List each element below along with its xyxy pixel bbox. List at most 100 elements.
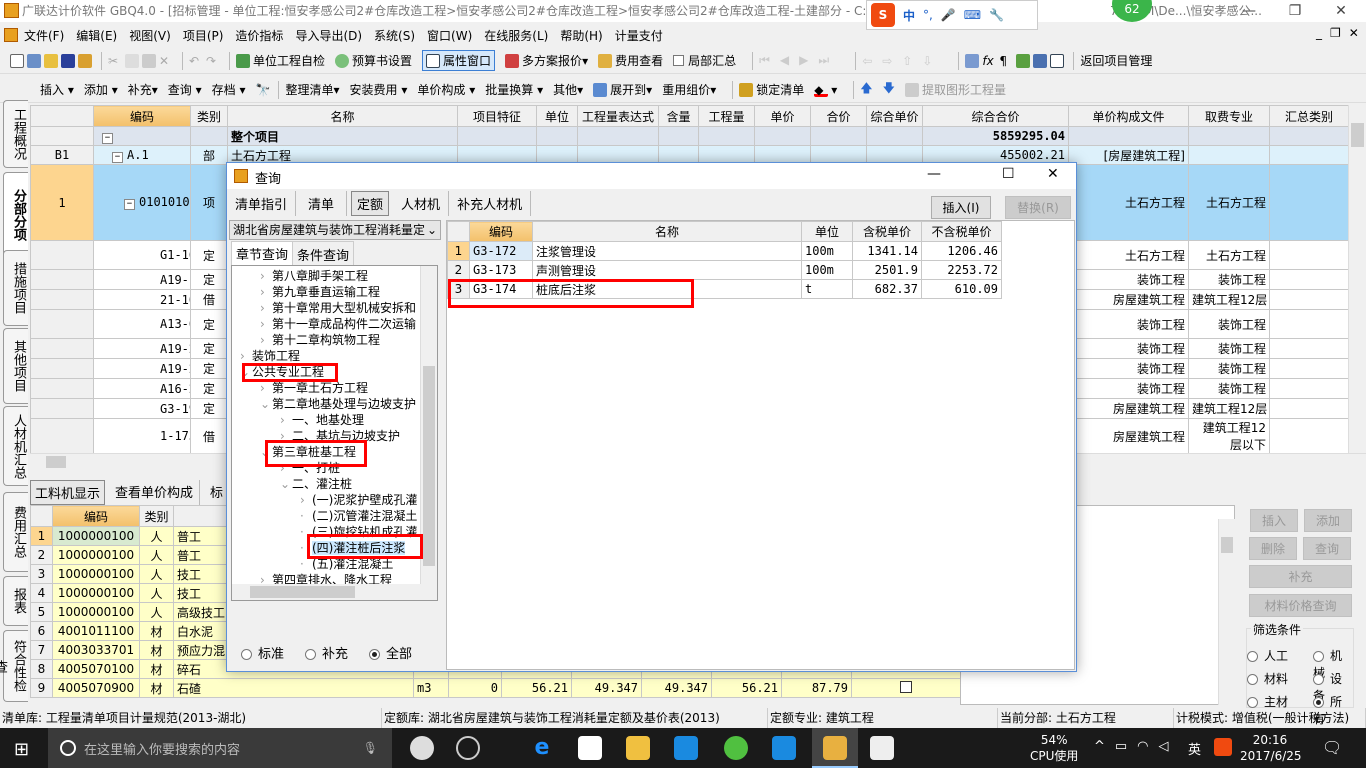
taskbar-search[interactable]: 在这里输入你要搜索的内容 🎙 [48,728,392,768]
dialog-close-button[interactable]: ✕ [1047,166,1059,182]
tab-compliance-check[interactable]: 符合性检查 [0,630,28,702]
ime-punct[interactable]: °, [923,8,933,22]
windows-start-icon[interactable]: ⊞ [14,739,29,760]
property-window-button[interactable]: 属性窗口 [422,50,496,71]
ime-chinese-mode[interactable]: 中 [903,7,915,24]
main-col-header[interactable]: 综合合价 [922,105,1069,127]
move-up-button[interactable]: 🡅 [860,79,872,100]
back-to-project-button[interactable]: 返回项目管理 [1080,52,1152,69]
collapse-icon[interactable]: − [124,199,135,210]
main-col-header[interactable]: 汇总类别 [1269,105,1349,127]
add-menu[interactable]: 添加 ▾ [84,81,118,98]
gbq-taskbar-item[interactable] [812,728,858,768]
app-g-icon[interactable] [456,736,480,760]
tree-leaf-icon[interactable]: · [300,508,308,524]
tray-icons[interactable]: ^▭◠◁ [1094,739,1179,754]
tree-node[interactable]: › (一)泥浆护壁成孔灌 [300,492,417,508]
help-app-icon[interactable] [870,736,894,760]
tree-leaf-icon[interactable]: · [300,540,308,556]
unit-price-menu[interactable]: 单价构成 ▾ [417,81,475,98]
tree-node[interactable]: ⌄ 公共专业工程 [240,364,324,380]
chevron-right-icon[interactable]: › [260,380,268,396]
self-check-button[interactable]: 单位工程自检 [236,52,325,69]
radio-standard[interactable]: 标准 [241,643,284,662]
main-col-header[interactable]: 合价 [810,105,867,127]
dialog-replace-button[interactable]: 替换(R) [1005,196,1071,219]
dialog-insert-button[interactable]: 插入(I) [931,196,991,219]
tab-list-guide[interactable]: 清单指引 [227,191,297,216]
wrench-icon[interactable]: 🔧 [989,8,1004,22]
tab-measures[interactable]: 措施项目 [3,250,28,326]
quota-col-header[interactable]: 编码 [469,221,533,242]
chevron-down-icon[interactable]: ⌄ [240,364,250,380]
tree-leaf-icon[interactable]: · [300,524,308,540]
col-type[interactable]: 类别 [139,505,174,527]
expand-to-menu[interactable]: 展开到 ▾ [593,81,652,98]
calculator-icon[interactable] [965,53,980,68]
tree-node[interactable]: ⌄ 第二章地基处理与边坡支护 [260,396,416,412]
main-col-header[interactable]: 项目特征 [457,105,537,127]
chevron-down-icon[interactable]: ⌄ [260,396,270,412]
collapse-icon[interactable]: − [112,151,123,163]
insert-menu[interactable]: 插入 ▾ [40,81,74,98]
menu-system[interactable]: 系统(S) [374,27,415,44]
tree-node[interactable]: · (二)沉管灌注混凝土 [300,508,417,524]
undo-icon[interactable]: ↶ [189,54,203,68]
tree-node[interactable]: ⌄ 二、灌注桩 [280,476,352,492]
tab-fee-summary[interactable]: 费用汇总 [3,492,28,572]
tab-labor-material[interactable]: 人材机汇总 [3,406,28,486]
clock[interactable]: 20:16 2017/6/25 [1240,732,1302,764]
tab-list[interactable]: 清单 [296,191,348,216]
tree-node[interactable]: › 第一章土石方工程 [260,380,368,396]
redo-icon[interactable]: ↷ [206,54,220,68]
checkbox[interactable] [900,680,913,693]
quota-row[interactable]: 2 G3-173 声测管理设 100m 2501.9 2253.72 [447,260,1002,280]
filter-material[interactable]: 材料 [1247,670,1288,687]
cpu-meter[interactable]: 54% CPU使用 [1030,732,1078,764]
menu-edit[interactable]: 编辑(E) [76,27,117,44]
cut-icon[interactable]: ✂ [108,54,122,68]
file-explorer-icon[interactable] [626,736,650,760]
menu-file[interactable]: 文件(F) [24,27,64,44]
reuse-price-menu[interactable]: 重用组价 ▾ [662,81,716,98]
tree-node[interactable]: · (四)灌注桩后注浆 [300,540,406,556]
new-project-icon[interactable] [27,53,41,68]
ie-green-icon[interactable] [724,736,748,760]
chevron-right-icon[interactable]: › [280,412,288,428]
edge-icon[interactable]: e [530,736,554,760]
install-fee-menu[interactable]: 安装费用 ▾ [350,81,408,98]
tab-supplement-lmm[interactable]: 补充人材机 [449,191,532,216]
main-col-header[interactable]: 单位 [536,105,578,127]
batch-convert-menu[interactable]: 批量换算 ▾ [485,81,543,98]
app-blue-icon[interactable] [772,736,796,760]
menu-view[interactable]: 视图(V) [129,27,171,44]
quota-row[interactable]: 1 G3-172 注浆管理设 100m 1341.14 1206.46 [447,241,1002,261]
sogou-tray-icon[interactable] [1214,738,1232,756]
main-col-header[interactable]: 工程量表达式 [577,105,659,127]
tab-reports[interactable]: 报表 [3,576,28,626]
binoculars-icon[interactable]: 🔭 [255,83,270,97]
main-col-header[interactable]: 取费专业 [1188,105,1270,127]
bottom-supplement-button[interactable]: 补充 [1249,565,1352,588]
multi-scheme-quote-button[interactable]: 多方案报价 ▾ [505,52,588,69]
main-col-header[interactable]: 单价 [754,105,811,127]
quota-col-header[interactable]: 含税单价 [852,221,922,242]
delete-icon[interactable]: ✕ [159,54,173,68]
labor-row[interactable]: 9 4005070900 材石碴 m3 0 56.21 49.347 49.347 56.21 8… [30,678,962,698]
paragraph-icon[interactable]: ¶ [999,54,1013,68]
quota-col-header[interactable] [447,221,470,242]
glodon-icon[interactable] [674,736,698,760]
tab-condition-query[interactable]: 条件查询 [293,241,355,268]
menu-online[interactable]: 在线服务(L) [484,27,548,44]
menu-help[interactable]: 帮助(H) [560,27,602,44]
fill-color-button[interactable]: ◆ ▾ [814,83,837,97]
quota-col-header[interactable]: 名称 [532,221,802,242]
tree-node[interactable]: · (五)灌注混凝土 [300,556,393,572]
main-col-header[interactable]: 编码 [93,105,191,127]
save-icon[interactable] [61,53,75,68]
chevron-right-icon[interactable]: › [240,348,248,364]
archive-menu[interactable]: 存档 ▾ [212,81,246,98]
hscroll-thumb[interactable] [250,586,355,598]
scroll-thumb[interactable] [1351,123,1364,147]
microphone-icon[interactable]: 🎤 [941,8,956,22]
